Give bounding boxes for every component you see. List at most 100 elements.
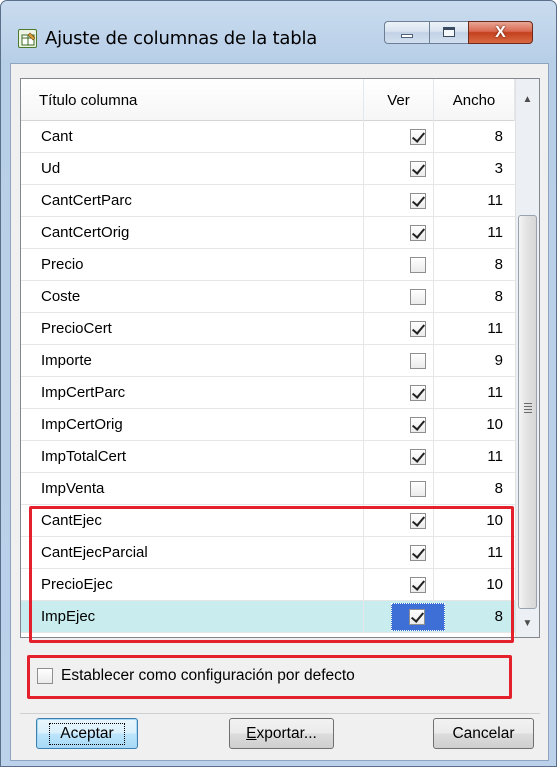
width-cell[interactable]: 11 (434, 217, 515, 249)
visible-cell (364, 505, 434, 537)
close-button[interactable]: X (468, 21, 533, 44)
width-cell[interactable]: 8 (434, 601, 515, 633)
column-title-cell[interactable]: Coste (21, 281, 364, 313)
visible-cell (364, 249, 434, 281)
visible-checkbox[interactable] (410, 513, 426, 529)
visible-checkbox[interactable] (410, 161, 426, 177)
visible-checkbox[interactable] (410, 353, 426, 369)
width-cell[interactable]: 3 (434, 153, 515, 185)
minimize-button[interactable] (384, 21, 429, 44)
header-visible[interactable]: Ver (364, 79, 434, 121)
export-mnemonic: E (246, 725, 257, 742)
visible-cell (364, 121, 434, 153)
visible-cell (364, 217, 434, 249)
title-bar[interactable]: Ajuste de columnas de la tabla X (1, 1, 557, 63)
maximize-button[interactable] (429, 21, 468, 44)
table-settings-icon (18, 29, 37, 48)
width-cell[interactable]: 10 (434, 409, 515, 441)
visible-checkbox[interactable] (410, 449, 426, 465)
column-title-cell[interactable]: ImpCertParc (21, 377, 364, 409)
default-setting-option[interactable]: Establecer como configuración por defect… (37, 663, 355, 689)
width-cell[interactable]: 11 (434, 185, 515, 217)
column-title-cell[interactable]: PrecioCert (21, 313, 364, 345)
table-row[interactable]: CantEjec 10 (21, 505, 515, 537)
width-cell[interactable]: 9 (434, 345, 515, 377)
visible-cell (364, 185, 434, 217)
table-row[interactable]: ImpCertOrig 10 (21, 409, 515, 441)
header-title-column[interactable]: Título columna (21, 79, 364, 121)
visible-cell (364, 345, 434, 377)
visible-checkbox[interactable] (410, 321, 426, 337)
cancel-button[interactable]: Cancelar (433, 718, 534, 749)
accept-button[interactable]: Aceptar (36, 718, 138, 749)
grid-header: Título columna Ver Ancho (21, 79, 515, 121)
window-title: Ajuste de columnas de la tabla (45, 28, 318, 49)
visible-cell (364, 569, 434, 601)
export-button-label: xportar... (256, 725, 317, 742)
width-cell[interactable]: 11 (434, 441, 515, 473)
table-row[interactable]: ImpTotalCert 11 (21, 441, 515, 473)
width-cell[interactable]: 8 (434, 473, 515, 505)
visible-checkbox[interactable] (409, 609, 425, 625)
table-row[interactable]: ImpCertParc 11 (21, 377, 515, 409)
visible-checkbox[interactable] (410, 481, 426, 497)
visible-checkbox[interactable] (410, 225, 426, 241)
width-cell[interactable]: 8 (434, 281, 515, 313)
table-row[interactable]: CantCertParc 11 (21, 185, 515, 217)
cancel-button-label: Cancelar (452, 725, 515, 742)
width-cell[interactable]: 11 (434, 537, 515, 569)
visible-checkbox[interactable] (410, 257, 426, 273)
scroll-up-icon[interactable]: ▲ (516, 89, 539, 111)
default-setting-checkbox[interactable] (37, 668, 53, 684)
visible-checkbox[interactable] (410, 577, 426, 593)
table-row[interactable]: PrecioEjec 10 (21, 569, 515, 601)
width-cell[interactable]: 8 (434, 249, 515, 281)
header-width[interactable]: Ancho (434, 79, 515, 121)
column-title-cell[interactable]: ImpTotalCert (21, 441, 364, 473)
visible-checkbox[interactable] (410, 129, 426, 145)
dialog-window: Ajuste de columnas de la tabla X Título … (0, 0, 557, 767)
scrollbar-thumb[interactable] (518, 215, 537, 609)
visible-cell (364, 409, 434, 441)
visible-cell (364, 441, 434, 473)
table-row[interactable]: Coste 8 (21, 281, 515, 313)
width-cell[interactable]: 11 (434, 377, 515, 409)
visible-checkbox[interactable] (410, 417, 426, 433)
width-cell[interactable]: 10 (434, 569, 515, 601)
table-row[interactable]: Importe 9 (21, 345, 515, 377)
column-title-cell[interactable]: CantCertOrig (21, 217, 364, 249)
visible-cell (364, 153, 434, 185)
table-row[interactable]: ImpEjec 8 (21, 601, 515, 633)
column-title-cell[interactable]: ImpEjec (21, 601, 364, 633)
separator (20, 713, 540, 714)
visible-checkbox[interactable] (410, 193, 426, 209)
visible-cell (364, 601, 445, 633)
column-title-cell[interactable]: PrecioEjec (21, 569, 364, 601)
width-cell[interactable]: 8 (434, 121, 515, 153)
visible-checkbox[interactable] (410, 385, 426, 401)
table-row[interactable]: CantEjecParcial 11 (21, 537, 515, 569)
export-button[interactable]: Exportar... (229, 718, 334, 749)
column-title-cell[interactable]: ImpCertOrig (21, 409, 364, 441)
column-title-cell[interactable]: CantEjecParcial (21, 537, 364, 569)
width-cell[interactable]: 10 (434, 505, 515, 537)
column-title-cell[interactable]: Cant (21, 121, 364, 153)
table-row[interactable]: ImpVenta 8 (21, 473, 515, 505)
caption-buttons: X (384, 21, 533, 44)
column-title-cell[interactable]: Precio (21, 249, 364, 281)
table-row[interactable]: Cant 8 (21, 121, 515, 153)
column-title-cell[interactable]: CantEjec (21, 505, 364, 537)
column-title-cell[interactable]: CantCertParc (21, 185, 364, 217)
column-title-cell[interactable]: Ud (21, 153, 364, 185)
table-row[interactable]: PrecioCert 11 (21, 313, 515, 345)
visible-checkbox[interactable] (410, 545, 426, 561)
table-row[interactable]: Ud 3 (21, 153, 515, 185)
width-cell[interactable]: 11 (434, 313, 515, 345)
vertical-scrollbar[interactable]: ▲ ▼ (515, 79, 539, 637)
column-title-cell[interactable]: ImpVenta (21, 473, 364, 505)
column-title-cell[interactable]: Importe (21, 345, 364, 377)
table-row[interactable]: Precio 8 (21, 249, 515, 281)
table-row[interactable]: CantCertOrig 11 (21, 217, 515, 249)
scroll-down-icon[interactable]: ▼ (516, 613, 539, 635)
visible-checkbox[interactable] (410, 289, 426, 305)
